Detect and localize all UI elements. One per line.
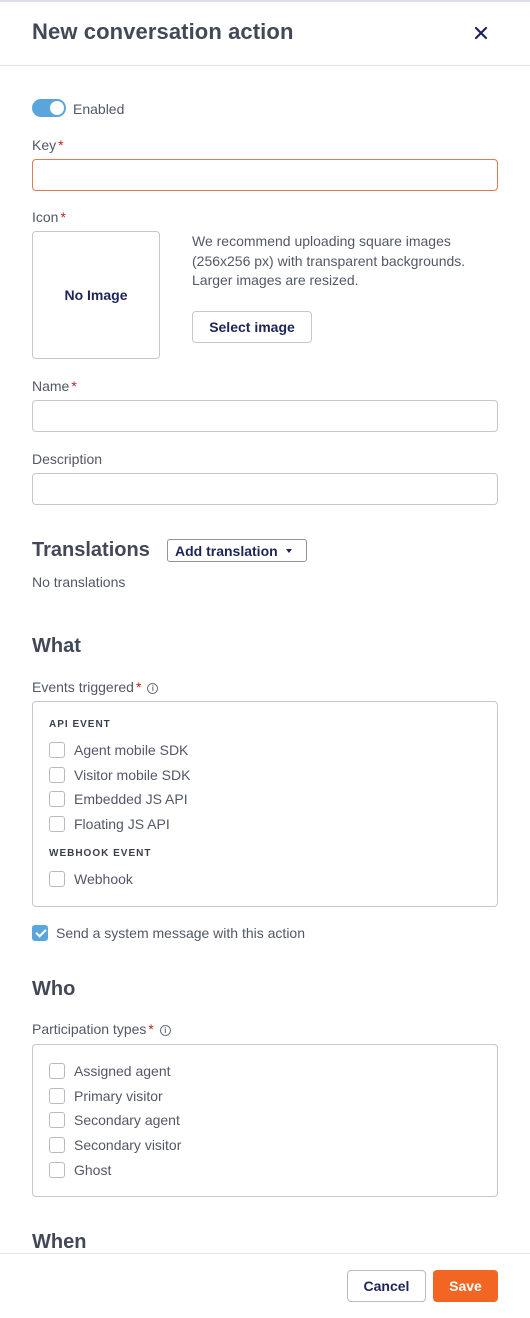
required-mark: * (60, 209, 66, 225)
event-webhook[interactable]: Webhook (49, 871, 133, 887)
description-input[interactable] (32, 473, 498, 505)
checkbox-label: Secondary visitor (74, 1137, 182, 1153)
enabled-toggle[interactable] (32, 99, 66, 117)
key-label: Key * (32, 137, 64, 153)
participation-assigned-agent[interactable]: Assigned agent (49, 1063, 171, 1079)
event-agent-mobile-sdk[interactable]: Agent mobile SDK (49, 742, 188, 758)
name-input[interactable] (32, 400, 498, 432)
icon-label: Icon * (32, 209, 66, 225)
participation-group: Assigned agent Primary visitor Secondary… (32, 1044, 498, 1197)
icon-label-text: Icon (32, 209, 59, 225)
checkbox[interactable] (49, 1063, 65, 1079)
add-translation-label: Add translation (175, 542, 278, 559)
checkbox[interactable] (49, 816, 65, 832)
dialog-footer: Cancel Save (0, 1253, 530, 1318)
checkbox[interactable] (49, 1137, 65, 1153)
webhook-event-heading: WEBHOOK EVENT (49, 848, 152, 859)
name-label: Name * (32, 378, 77, 394)
events-label-text: Events triggered (32, 679, 134, 695)
checkbox[interactable] (49, 791, 65, 807)
send-system-message-row[interactable]: Send a system message with this action (32, 925, 305, 941)
participation-secondary-visitor[interactable]: Secondary visitor (49, 1137, 181, 1153)
event-embedded-js-api[interactable]: Embedded JS API (49, 791, 188, 807)
participation-label-text: Participation types (32, 1021, 147, 1037)
checkbox[interactable] (49, 742, 65, 758)
checkbox[interactable] (49, 871, 65, 887)
icon-help-text: We recommend uploading square images (25… (192, 233, 466, 288)
cancel-button[interactable]: Cancel (347, 1270, 426, 1302)
dialog-title: New conversation action (32, 19, 294, 44)
caret-down-icon (285, 548, 292, 553)
checkbox[interactable] (49, 1162, 65, 1178)
participation-types-label: Participation types * i (32, 1021, 171, 1037)
required-mark: * (148, 1021, 154, 1037)
translations-title: Translations (32, 539, 150, 561)
dialog-header: New conversation action (0, 0, 530, 66)
event-visitor-mobile-sdk[interactable]: Visitor mobile SDK (49, 767, 190, 783)
participation-ghost[interactable]: Ghost (49, 1162, 111, 1178)
checkbox-label: Floating JS API (74, 816, 170, 832)
who-title: Who (32, 978, 76, 1000)
no-translations-text: No translations (32, 574, 126, 590)
send-system-message-checkbox[interactable] (32, 925, 48, 941)
checkbox-label: Webhook (74, 871, 133, 887)
send-system-message-label: Send a system message with this action (56, 925, 306, 941)
checkbox-label: Secondary agent (74, 1112, 180, 1128)
toggle-knob (50, 101, 64, 115)
what-title: What (32, 635, 81, 657)
enabled-label: Enabled (73, 101, 125, 117)
checkbox-label: Ghost (74, 1162, 112, 1178)
info-icon[interactable]: i (159, 1024, 171, 1036)
close-button[interactable] (470, 22, 492, 44)
checkbox[interactable] (49, 1112, 65, 1128)
icon-preview: No Image (32, 231, 160, 359)
checkbox-label: Primary visitor (74, 1088, 163, 1104)
required-mark: * (135, 679, 142, 695)
add-translation-dropdown[interactable]: Add translation (167, 539, 307, 562)
key-label-text: Key (32, 137, 57, 153)
checkbox-label: Visitor mobile SDK (74, 767, 191, 783)
icon-placeholder-text: No Image (64, 287, 128, 303)
close-icon (474, 26, 488, 40)
events-group: API EVENT Agent mobile SDK Visitor mobil… (32, 701, 498, 907)
description-label: Description (32, 451, 103, 467)
key-input[interactable] (32, 159, 498, 191)
events-triggered-label: Events triggered * i (32, 679, 159, 695)
select-image-button[interactable]: Select image (192, 311, 312, 343)
event-floating-js-api[interactable]: Floating JS API (49, 816, 170, 832)
save-button[interactable]: Save (433, 1270, 498, 1302)
required-mark: * (58, 137, 64, 153)
when-title: When (32, 1231, 87, 1253)
info-icon[interactable]: i (147, 682, 159, 694)
participation-secondary-agent[interactable]: Secondary agent (49, 1112, 180, 1128)
checkbox[interactable] (49, 767, 65, 783)
api-event-heading: API EVENT (49, 719, 111, 730)
checkbox-label: Agent mobile SDK (74, 742, 189, 758)
name-label-text: Name (32, 378, 70, 394)
required-mark: * (71, 378, 77, 394)
checkbox-label: Embedded JS API (74, 791, 188, 807)
dialog-body: Enabled Key * Icon * No Image We recommend… (0, 66, 530, 1253)
checkbox-label: Assigned agent (74, 1063, 171, 1079)
checkbox[interactable] (49, 1088, 65, 1104)
participation-primary-visitor[interactable]: Primary visitor (49, 1088, 163, 1104)
